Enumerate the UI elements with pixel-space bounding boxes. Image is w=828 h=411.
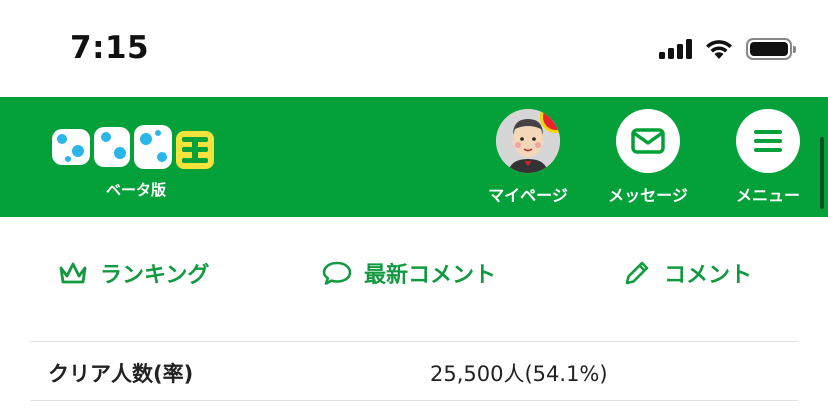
tab-comment-label: コメント — [664, 263, 753, 288]
clear-count-label: クリア人数(率) — [48, 362, 194, 386]
tab-comment[interactable]: コメント — [622, 257, 752, 289]
tab-latest-comments[interactable]: 最新コメント — [322, 257, 496, 289]
speech-bubble-icon — [322, 261, 352, 285]
status-icons — [659, 38, 796, 60]
table-row: クリア人数(率) 25,500人(54.1%) — [30, 341, 798, 401]
tab-ranking-label: ランキング — [100, 263, 210, 288]
messages-circle — [616, 109, 680, 173]
stats-table: クリア人数(率) 25,500人(54.1%) — [30, 341, 798, 401]
hamburger-menu-icon — [754, 130, 782, 152]
messages-label: メッセージ — [608, 186, 688, 205]
pencil-icon — [625, 261, 649, 285]
site-logo[interactable]: ベータ版 — [48, 117, 218, 199]
menu-circle — [736, 109, 800, 173]
action-tabs: ランキング 最新コメント コメント — [0, 217, 828, 329]
menu-button[interactable]: メニュー — [723, 109, 813, 209]
tab-ranking[interactable]: ランキング — [58, 257, 209, 289]
menu-label: メニュー — [735, 186, 800, 205]
status-time: 7:15 — [70, 30, 150, 66]
messages-button[interactable]: メッセージ — [603, 109, 693, 209]
crown-icon — [59, 262, 87, 284]
tab-latest-comments-label: 最新コメント — [364, 263, 497, 288]
avatar: ! — [496, 109, 560, 173]
clear-count-value: 25,500人(54.1%) — [430, 362, 608, 386]
cellular-signal-icon — [659, 39, 692, 59]
logo-subtitle: ベータ版 — [106, 181, 167, 199]
wifi-icon — [706, 40, 732, 59]
logo-mark-icon — [52, 125, 214, 169]
status-bar: 7:15 — [0, 0, 828, 97]
mypage-label: マイページ — [488, 186, 568, 205]
battery-icon — [746, 38, 796, 60]
envelope-icon — [631, 128, 665, 154]
scrollbar[interactable] — [820, 137, 824, 209]
app-header: ベータ版 ! マイページ メッセージ メニュー — [0, 97, 828, 217]
mypage-button[interactable]: ! マイページ — [483, 109, 573, 209]
